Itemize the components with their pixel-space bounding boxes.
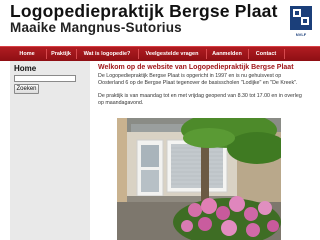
nav-item-praktijk[interactable]: Praktijk [47,47,75,61]
nav-item-veelgestelde-vragen[interactable]: Veelgestelde vragen [140,47,204,61]
nav-divider [284,49,285,59]
nav-item-home[interactable]: Home [9,47,45,61]
sidebar: Home Zoeken [10,61,90,240]
search-button[interactable]: Zoeken [14,84,39,94]
nav-divider [248,49,249,59]
intro-paragraph: De Logopediepraktijk Bergse Plaat is opg… [98,73,298,86]
main-content: Welkom op de website van Logopedieprakti… [96,61,306,240]
page-body: Home Zoeken Welkom op de website van Log… [0,61,320,240]
nav-item-contact[interactable]: Contact [250,47,282,61]
practice-building-photo [117,118,281,240]
site-subtitle: Maaike Mangnus-Sutorius [10,20,182,35]
site-header: Logopediepraktijk Bergse Plaat Maaike Ma… [0,0,320,44]
nav-divider [76,49,77,59]
opening-hours-paragraph: De praktijk is van maandag tot en met vr… [98,93,302,106]
nav-item-aanmelden[interactable]: Aanmelden [207,47,247,61]
page-title: Welkom op de website van Logopedieprakti… [98,64,294,71]
nvlf-logo-icon[interactable]: NVLF [289,6,313,38]
logo-text: NVLF [295,32,307,37]
search-input[interactable] [14,75,76,82]
nav-divider [138,49,139,59]
site-title: Logopediepraktijk Bergse Plaat [10,1,278,21]
main-navigation: Home Praktijk Wat is logopedie? Veelgest… [0,46,320,62]
sidebar-title: Home [14,64,37,73]
nav-item-wat-is-logopedie[interactable]: Wat is logopedie? [78,47,136,61]
